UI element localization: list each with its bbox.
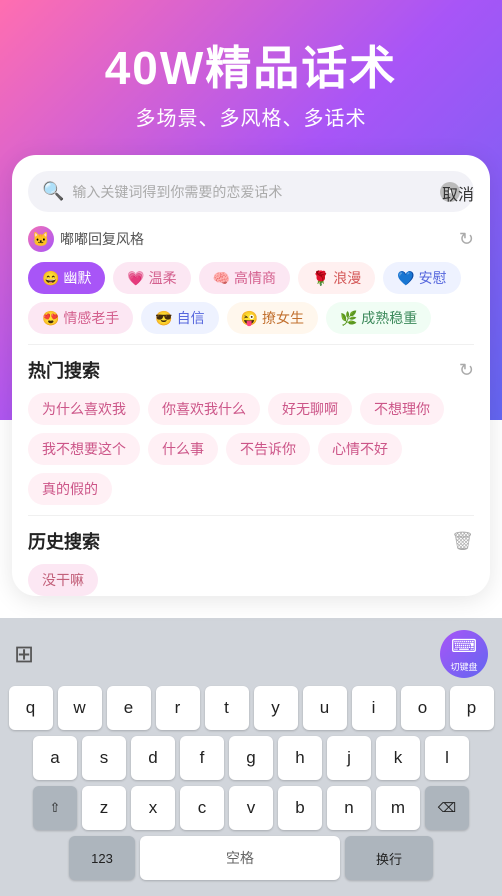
hot-tags-row: 为什么喜欢我你喜欢我什么好无聊啊不想理你我不想要这个什么事不告诉你心情不好真的假…	[28, 393, 474, 505]
style-tag[interactable]: 💙 安慰	[383, 262, 460, 294]
search-icon: 🔍	[42, 181, 64, 202]
history-section-header: 历史搜索 🗑	[28, 528, 474, 554]
hot-section-header: 热门搜索 ↻	[28, 357, 474, 383]
main-card: 🔍 输入关键词得到你需要的恋爱话术 ✕ 取消 🐱 嘟嘟回复风格 ↻ 😄 幽默💗 …	[12, 155, 490, 596]
history-tag[interactable]: 没干嘛	[28, 564, 98, 596]
keyboard-switch-button[interactable]: ⌨ 切键盘	[440, 630, 488, 678]
keyboard-key-j[interactable]: j	[327, 736, 371, 780]
keyboard-key-u[interactable]: u	[303, 686, 347, 730]
keyboard-key-p[interactable]: p	[450, 686, 494, 730]
hot-tag[interactable]: 好无聊啊	[268, 393, 352, 425]
keyboard-key-z[interactable]: z	[82, 786, 126, 830]
keyboard-switch-label: 切键盘	[450, 660, 477, 673]
keyboard-key-i[interactable]: i	[352, 686, 396, 730]
hot-tag[interactable]: 什么事	[148, 433, 218, 465]
style-tag[interactable]: 😎 自信	[141, 302, 218, 334]
history-section-title: 历史搜索	[28, 528, 100, 554]
style-label: 嘟嘟回复风格	[60, 229, 144, 249]
hot-tag[interactable]: 不告诉你	[226, 433, 310, 465]
search-bar[interactable]: 🔍 输入关键词得到你需要的恋爱话术 ✕	[28, 171, 474, 212]
keyboard-area: ⊞ ⌨ 切键盘 qwertyuiop asdfghjkl ⇧zxcvbnm⌫ 123…	[0, 618, 502, 896]
keyboard-key-f[interactable]: f	[180, 736, 224, 780]
hero-subtitle: 多场景、多风格、多话术	[0, 102, 502, 131]
hero-title: 40W精品话术	[0, 32, 502, 98]
hot-tag[interactable]: 为什么喜欢我	[28, 393, 140, 425]
keyboard-key-x[interactable]: x	[131, 786, 175, 830]
hot-tag[interactable]: 心情不好	[318, 433, 402, 465]
history-section: 历史搜索 🗑 没干嘛	[28, 528, 474, 596]
style-tag[interactable]: 😍 情感老手	[28, 302, 133, 334]
style-tag[interactable]: 🌹 浪漫	[298, 262, 375, 294]
keyboard-key-n[interactable]: n	[327, 786, 371, 830]
style-section-header: 🐱 嘟嘟回复风格 ↻	[28, 226, 474, 252]
style-title-row: 🐱 嘟嘟回复风格	[28, 226, 144, 252]
keyboard-key-o[interactable]: o	[401, 686, 445, 730]
keyboard-key-a[interactable]: a	[33, 736, 77, 780]
hot-tag[interactable]: 我不想要这个	[28, 433, 140, 465]
style-tag[interactable]: 🧠 高情商	[199, 262, 290, 294]
hot-tag[interactable]: 真的假的	[28, 473, 112, 505]
keyboard-row: asdfghjkl	[4, 736, 498, 780]
keyboard-key-d[interactable]: d	[131, 736, 175, 780]
history-tags-row: 没干嘛	[28, 564, 474, 596]
keyboard-key-w[interactable]: w	[58, 686, 102, 730]
keyboard-row: ⇧zxcvbnm⌫	[4, 786, 498, 830]
hero-section: 40W精品话术 多场景、多风格、多话术	[0, 0, 502, 139]
keyboard-key-y[interactable]: y	[254, 686, 298, 730]
keyboard-key-l[interactable]: l	[425, 736, 469, 780]
style-avatar: 🐱	[28, 226, 54, 252]
hot-section-title: 热门搜索	[28, 357, 100, 383]
keyboard-key-e[interactable]: e	[107, 686, 151, 730]
keyboard-key-g[interactable]: g	[229, 736, 273, 780]
keyboard-switch-icon: ⌨	[451, 636, 477, 657]
style-tag[interactable]: 🌿 成熟稳重	[326, 302, 431, 334]
keyboard-key-t[interactable]: t	[205, 686, 249, 730]
style-tag[interactable]: 💗 温柔	[113, 262, 190, 294]
keyboard-key-r[interactable]: r	[156, 686, 200, 730]
keyboard-row: qwertyuiop	[4, 686, 498, 730]
style-tag[interactable]: 😄 幽默	[28, 262, 105, 294]
hot-tag[interactable]: 不想理你	[360, 393, 444, 425]
keyboard-key-s[interactable]: s	[82, 736, 126, 780]
keyboard-key-q[interactable]: q	[9, 686, 53, 730]
search-placeholder: 输入关键词得到你需要的恋爱话术	[72, 182, 432, 202]
style-refresh-button[interactable]: ↻	[459, 229, 474, 250]
key-space[interactable]: 空格	[140, 836, 340, 880]
keyboard-key-v[interactable]: v	[229, 786, 273, 830]
style-tags-row: 😄 幽默💗 温柔 🧠 高情商🌹 浪漫💙 安慰 😍 情感老手😎 自信 😜 撩女生🌿 成熟…	[28, 262, 474, 334]
style-tag[interactable]: 😜 撩女生	[227, 302, 318, 334]
keyboard-key-special[interactable]: ⇧	[33, 786, 77, 830]
keyboard-key-b[interactable]: b	[278, 786, 322, 830]
hot-refresh-button[interactable]: ↻	[459, 360, 474, 381]
key-return[interactable]: 换行	[345, 836, 433, 880]
divider2	[28, 515, 474, 516]
keyboard-key-k[interactable]: k	[376, 736, 420, 780]
keyboard-key-h[interactable]: h	[278, 736, 322, 780]
hot-tag[interactable]: 你喜欢我什么	[148, 393, 260, 425]
keyboard-rows: qwertyuiop asdfghjkl ⇧zxcvbnm⌫	[4, 686, 498, 830]
search-cancel-button[interactable]: 取消	[442, 181, 474, 205]
keyboard-toolbar: ⊞ ⌨ 切键盘	[4, 626, 498, 686]
hot-section: 热门搜索 ↻ 为什么喜欢我你喜欢我什么好无聊啊不想理你我不想要这个什么事不告诉你…	[28, 357, 474, 505]
divider1	[28, 344, 474, 345]
keyboard-grid-icon[interactable]: ⊞	[14, 640, 34, 669]
keyboard-key-special[interactable]: ⌫	[425, 786, 469, 830]
keyboard-key-m[interactable]: m	[376, 786, 420, 830]
history-delete-button[interactable]: 🗑	[451, 531, 474, 552]
key-123[interactable]: 123	[69, 836, 135, 880]
keyboard-key-c[interactable]: c	[180, 786, 224, 830]
keyboard-bottom-row: 123 空格 换行	[4, 836, 498, 880]
